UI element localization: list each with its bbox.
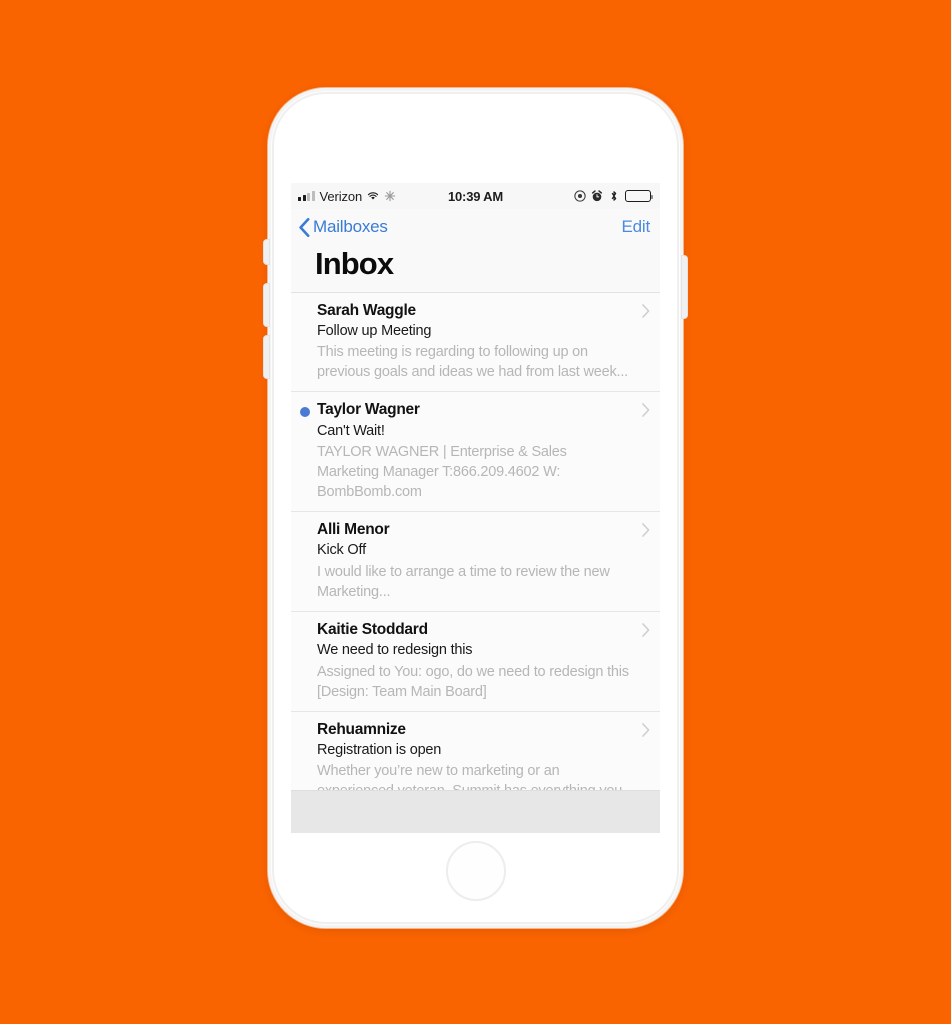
mail-preview: TAYLOR WAGNER | Enterprise & Sales Marke… xyxy=(317,444,567,501)
alarm-clock-icon xyxy=(591,190,603,202)
back-to-mailboxes-label: Mailboxes xyxy=(313,217,388,236)
status-bar-left: Verizon xyxy=(298,189,396,204)
mail-sender: Alli Menor xyxy=(317,521,390,539)
battery-icon xyxy=(625,190,653,202)
mail-list-item[interactable]: Kaitie Stoddard We need to redesign this… xyxy=(291,611,660,712)
edit-button[interactable]: Edit xyxy=(622,217,651,237)
bluetooth-tethering-icon xyxy=(384,190,396,202)
mail-preview: I would like to arrange a time to review… xyxy=(317,563,610,600)
mail-sender: Taylor Wagner xyxy=(317,401,420,419)
status-bar: Verizon 10:39 AM xyxy=(291,183,660,209)
do-not-disturb-icon xyxy=(574,190,586,202)
mail-list-item[interactable]: Alli Menor Kick Off I would like to arra… xyxy=(291,512,660,612)
navigation-bar: Mailboxes Edit xyxy=(291,209,660,245)
carrier-label: Verizon xyxy=(319,188,363,204)
mail-list[interactable]: Sarah Waggle Follow up Meeting This meet… xyxy=(291,292,660,832)
mute-switch[interactable] xyxy=(264,240,269,264)
home-button[interactable] xyxy=(445,841,506,901)
chevron-right-icon xyxy=(642,722,650,737)
wifi-icon xyxy=(368,192,379,200)
unread-dot xyxy=(300,407,310,418)
mail-subject: Follow up Meeting xyxy=(317,322,432,339)
signal-bars-icon xyxy=(298,191,315,201)
large-title-bar: Inbox xyxy=(291,245,660,293)
phone-device-frame: Verizon 10:39 AM Mailboxes Edit Inbox Sa… xyxy=(264,88,687,928)
mail-subject: We need to redesign this xyxy=(317,641,473,658)
back-to-mailboxes-button[interactable]: Mailboxes xyxy=(299,217,388,237)
power-button[interactable] xyxy=(682,256,687,318)
mail-sender: Rehuamnize xyxy=(317,720,406,738)
status-bar-right xyxy=(574,190,653,202)
mail-list-item[interactable]: Sarah Waggle Follow up Meeting This meet… xyxy=(291,292,660,393)
mail-subject: Can't Wait! xyxy=(317,422,385,439)
chevron-right-icon xyxy=(642,403,650,418)
mail-sender: Kaitie Stoddard xyxy=(317,620,428,638)
page-title: Inbox xyxy=(315,246,394,281)
mail-list-item[interactable]: Taylor Wagner Can't Wait! TAYLOR WAGNER … xyxy=(291,392,660,513)
volume-down-button[interactable] xyxy=(264,336,269,378)
mail-sender: Sarah Waggle xyxy=(317,301,416,319)
mail-preview: Assigned to You: ogo, do we need to rede… xyxy=(317,663,629,700)
phone-screen: Verizon 10:39 AM Mailboxes Edit Inbox Sa… xyxy=(291,183,660,833)
mail-preview: This meeting is regarding to following u… xyxy=(317,344,628,381)
chevron-right-icon xyxy=(642,303,650,318)
mail-subject: Kick Off xyxy=(317,542,366,559)
bluetooth-icon xyxy=(611,191,617,201)
mail-subject: Registration is open xyxy=(317,741,442,758)
chevron-right-icon xyxy=(642,623,650,637)
chevron-right-icon xyxy=(642,523,650,537)
volume-up-button[interactable] xyxy=(264,284,269,326)
chevron-left-icon xyxy=(299,217,310,237)
bottom-toolbar[interactable] xyxy=(291,790,660,833)
